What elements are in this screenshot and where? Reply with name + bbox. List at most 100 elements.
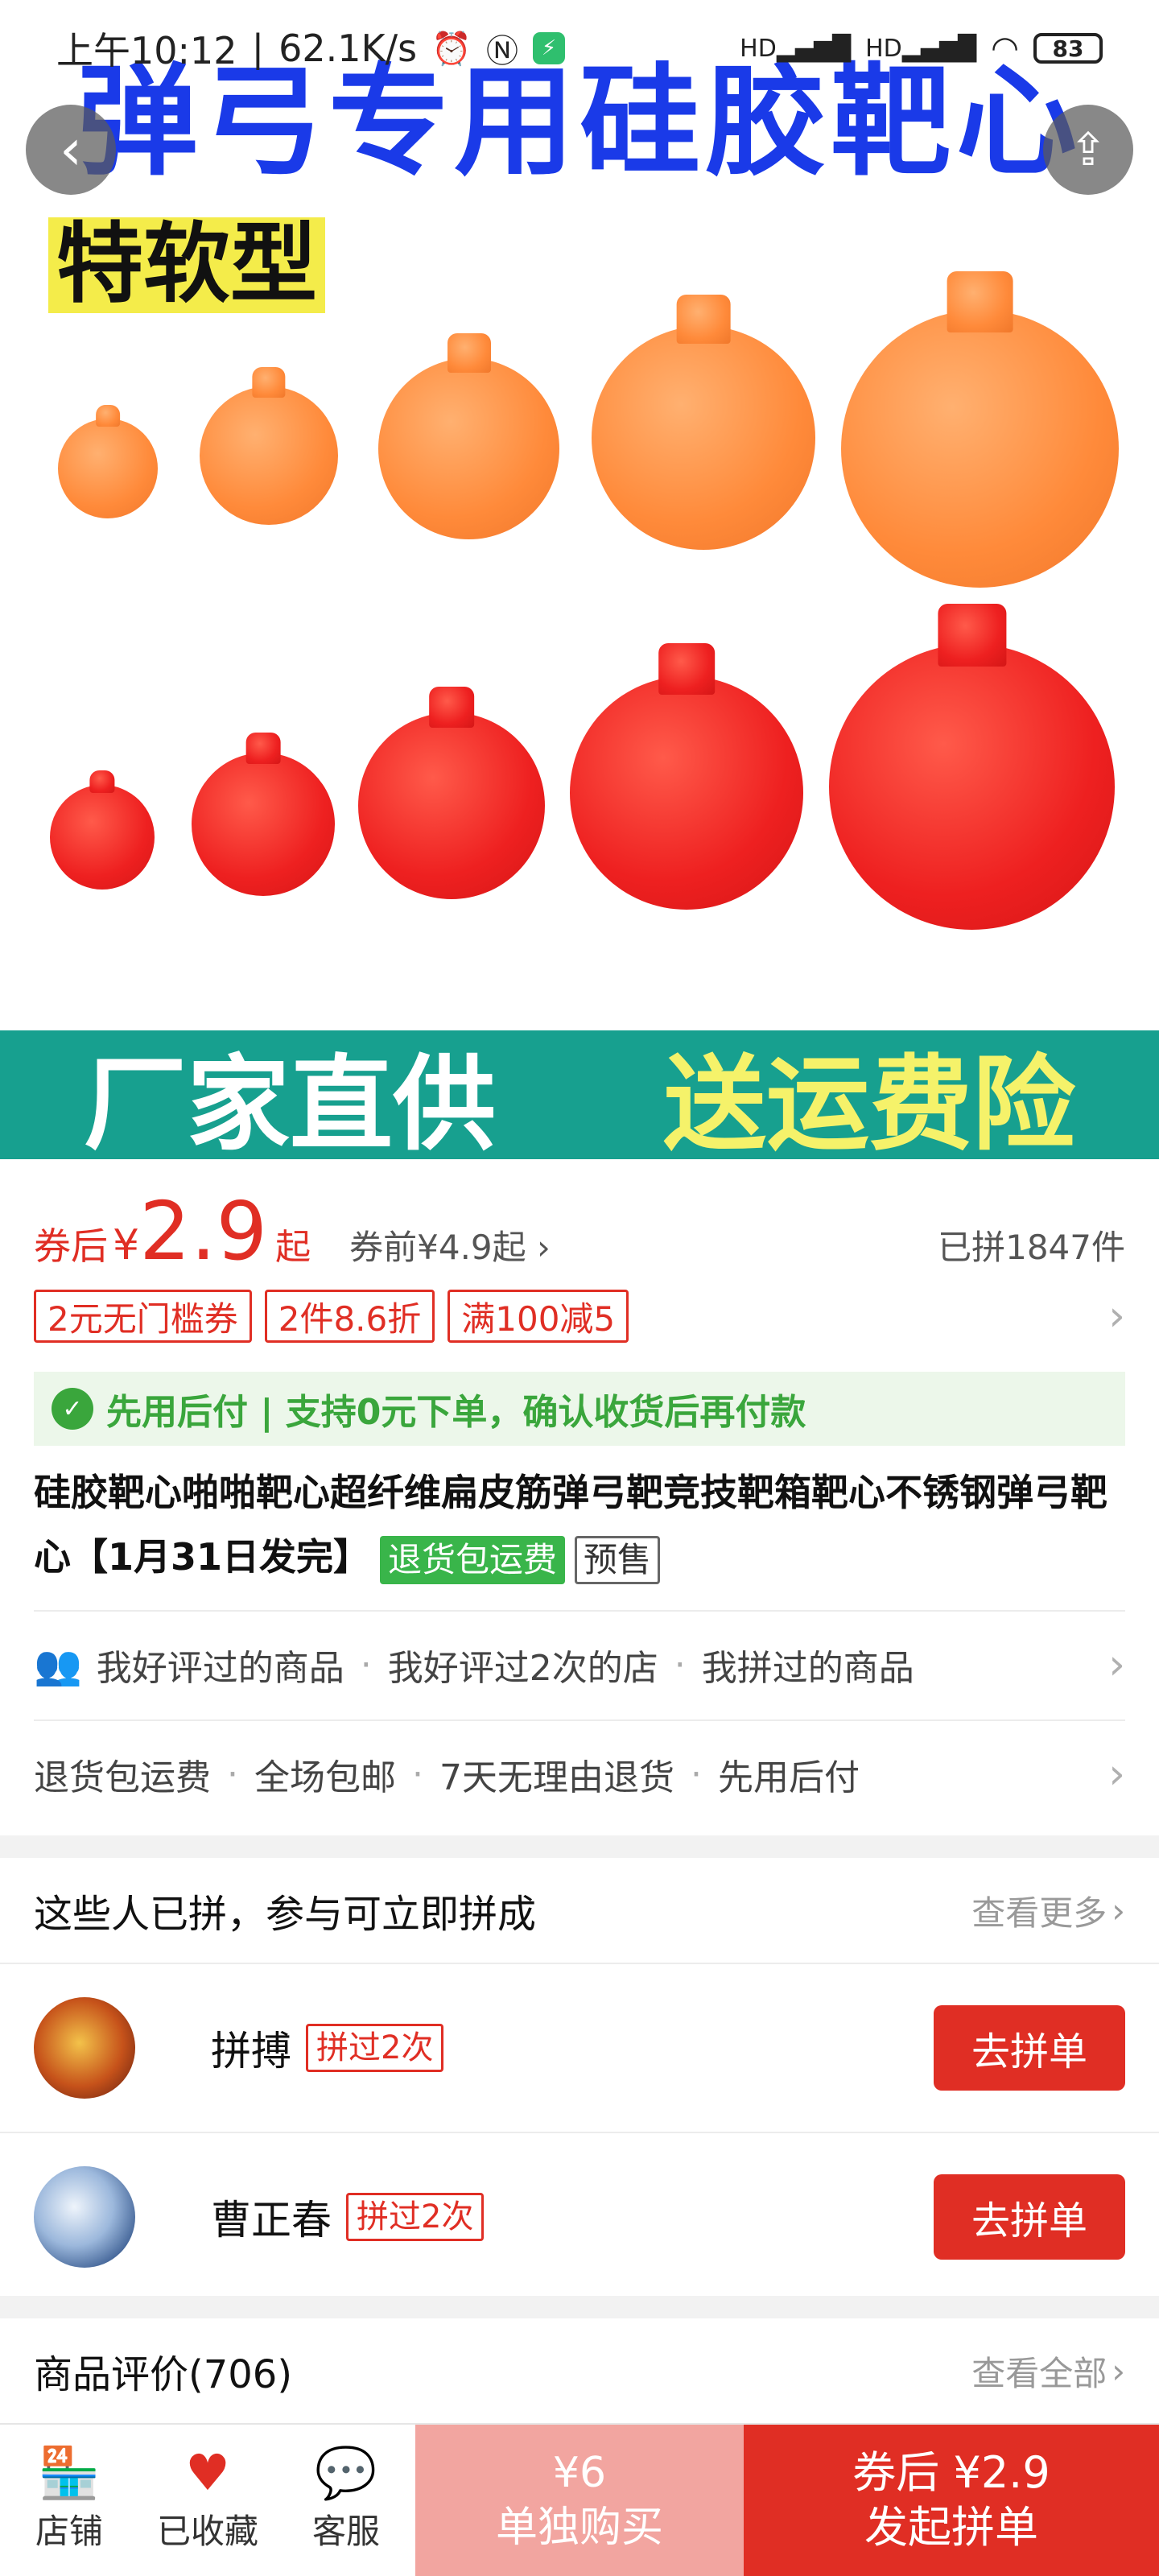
dot-separator: ·: [227, 1753, 238, 1795]
dot-separator: ·: [412, 1753, 423, 1795]
store-icon: 🏪: [38, 2442, 101, 2502]
chevron-right-icon: ›: [1112, 1890, 1125, 1930]
red-target-3: [358, 712, 545, 899]
back-button[interactable]: ‹: [26, 105, 116, 195]
coupon-tag[interactable]: 满100减5: [448, 1290, 629, 1343]
buy-alone-price: ¥6: [552, 2449, 607, 2497]
price-label: 券后: [34, 1224, 108, 1268]
promo-strip: 厂家直供 送运费险: [0, 1030, 1159, 1159]
chat-bubble-icon: 💬: [315, 2442, 377, 2502]
share-button[interactable]: ⇪: [1043, 105, 1133, 195]
nfc-icon: Ⓝ: [485, 33, 518, 70]
group-buy-label: 发起拼单: [864, 2502, 1038, 2553]
pay-later-icon: ✓: [52, 1388, 93, 1430]
status-left: 上午10:12 | 62.1K/s ⏰ Ⓝ ⚡: [56, 22, 565, 75]
red-target-5: [829, 644, 1115, 930]
join-group-button[interactable]: 去拼单: [934, 2005, 1125, 2091]
group-buy-header: 这些人已拼，参与可立即拼成 查看更多 ›: [34, 1858, 1125, 1963]
status-bar: 上午10:12 | 62.1K/s ⏰ Ⓝ ⚡ HD▂▄▆█ HD▂▄▆█ ◠ …: [0, 0, 1159, 97]
buy-alone-button[interactable]: ¥6 单独购买: [415, 2425, 744, 2576]
group-buy-section: 这些人已拼，参与可立即拼成 查看更多 › 拼搏 拼过2次 去拼单 曹正春 拼过2…: [0, 1858, 1159, 2296]
view-all-reviews-link[interactable]: 查看全部 ›: [971, 2347, 1125, 2396]
view-more-link[interactable]: 查看更多 ›: [971, 1886, 1125, 1935]
sold-count: 已拼1847件: [938, 1228, 1125, 1267]
status-time: 上午10:12: [56, 29, 237, 72]
product-hero-image[interactable]: 上午10:12 | 62.1K/s ⏰ Ⓝ ⚡ HD▂▄▆█ HD▂▄▆█ ◠ …: [0, 0, 1159, 1159]
return-shipping-tag: 退货包运费: [380, 1535, 566, 1584]
signal-icon-2: HD▂▄▆█: [865, 34, 977, 63]
avatar: [34, 1997, 135, 2099]
price-before-coupon[interactable]: 券前¥4.9起 ›: [349, 1220, 551, 1269]
reviews-section: 商品评价(706) 查看全部 ›: [0, 2318, 1159, 2423]
price-value: 2.9: [139, 1184, 268, 1278]
chevron-right-icon: ›: [537, 1228, 551, 1267]
reviews-heading: 商品评价(706): [34, 2352, 293, 2397]
orange-target-4: [592, 326, 815, 550]
promo-shipping-insurance: 送运费险: [662, 1044, 1075, 1160]
chevron-left-icon: ‹: [60, 117, 82, 183]
product-title: 硅胶靶心啪啪靶心超纤维扁皮筋弹弓靶竞技靶箱靶心不锈钢弹弓靶心【1月31日发完】退…: [34, 1460, 1125, 1589]
red-target-2: [192, 753, 335, 896]
target-illustration: [0, 266, 1159, 990]
service-item: 7天无理由退货: [439, 1757, 674, 1798]
orange-target-3: [378, 358, 559, 539]
pay-later-text: 先用后付 | 支持0元下单，确认收货后再付款: [106, 1392, 806, 1433]
product-title-text: 硅胶靶心啪啪靶心超纤维扁皮筋弹弓靶竞技靶箱靶心不锈钢弹弓靶心【1月31日发完】: [34, 1471, 1107, 1579]
presale-tag: 预售: [575, 1535, 661, 1584]
joined-count-tag: 拼过2次: [306, 2024, 444, 2072]
coupon-row[interactable]: 2元无门槛券 2件8.6折 满100减5 ›: [34, 1290, 1125, 1343]
coupon-tag[interactable]: 2元无门槛券: [34, 1290, 252, 1343]
orange-target-1: [58, 419, 158, 518]
group-buy-heading: 这些人已拼，参与可立即拼成: [34, 1892, 537, 1937]
dot-separator: ·: [360, 1644, 372, 1686]
avatar: [34, 2166, 135, 2268]
chevron-right-icon: ›: [1108, 1641, 1125, 1689]
users-icon: 👥: [34, 1642, 82, 1688]
chevron-right-icon: ›: [1108, 1750, 1125, 1798]
red-target-1: [50, 785, 155, 890]
social-item: 我好评过的商品: [96, 1648, 344, 1689]
alarm-icon: ⏰: [431, 30, 472, 68]
favorite-button[interactable]: ♥ 已收藏: [138, 2425, 277, 2576]
group-buy-price: 券后 ¥2.9: [852, 2447, 1050, 2498]
product-info-card: 券后 ¥ 2.9 起 券前¥4.9起 › 已拼1847件 2元无门槛券 2件8.…: [0, 1159, 1159, 1835]
dot-separator: ·: [691, 1753, 702, 1795]
start-group-buy-button[interactable]: 券后 ¥2.9 发起拼单: [744, 2425, 1159, 2576]
chevron-right-icon: ›: [1112, 2351, 1125, 2391]
price-before-text: 券前¥4.9起: [349, 1228, 526, 1267]
social-proof-row[interactable]: 👥 我好评过的商品 · 我好评过2次的店 · 我拼过的商品 ›: [34, 1610, 1125, 1718]
orange-target-5: [841, 310, 1119, 588]
promo-factory-direct: 厂家直供: [83, 1044, 496, 1160]
battery-icon: 83: [1033, 33, 1103, 64]
service-item: 先用后付: [718, 1757, 860, 1798]
favorite-label: 已收藏: [156, 2511, 258, 2551]
reviews-header: 商品评价(706) 查看全部 ›: [34, 2318, 1125, 2423]
heart-icon: ♥: [185, 2442, 230, 2502]
customer-service-button[interactable]: 💬 客服: [277, 2425, 415, 2576]
join-group-button[interactable]: 去拼单: [934, 2174, 1125, 2260]
orange-target-2: [200, 386, 338, 525]
status-right: HD▂▄▆█ HD▂▄▆█ ◠ 83: [740, 30, 1103, 67]
store-button[interactable]: 🏪 店铺: [0, 2425, 138, 2576]
service-guarantee-row[interactable]: 退货包运费 · 全场包邮 · 7天无理由退货 · 先用后付 ›: [34, 1719, 1125, 1827]
social-item: 我好评过2次的店: [387, 1648, 658, 1689]
joined-count-tag: 拼过2次: [346, 2193, 485, 2241]
share-icon: ⇪: [1069, 123, 1107, 176]
price-currency: ¥: [113, 1221, 140, 1269]
buy-alone-label: 单独购买: [495, 2504, 663, 2552]
status-separator: |: [251, 27, 265, 70]
bottom-action-bar: 🏪 店铺 ♥ 已收藏 💬 客服 ¥6 单独购买 券后 ¥2.9 发起拼单: [0, 2423, 1159, 2576]
pay-later-banner[interactable]: ✓ 先用后付 | 支持0元下单，确认收货后再付款: [34, 1372, 1125, 1446]
group-member-row: 曹正春 拼过2次 去拼单: [0, 2132, 1159, 2301]
member-name: 拼搏: [211, 2028, 291, 2074]
group-member-row: 拼搏 拼过2次 去拼单: [0, 1963, 1159, 2132]
service-item: 退货包运费: [34, 1757, 211, 1798]
member-name: 曹正春: [211, 2197, 332, 2244]
signal-icon: HD▂▄▆█: [740, 34, 852, 63]
dot-separator: ·: [674, 1644, 686, 1686]
view-more-text: 查看更多: [971, 1893, 1107, 1933]
red-target-4: [570, 676, 803, 910]
hd-label-2: HD: [865, 34, 902, 63]
coupon-tag[interactable]: 2件8.6折: [264, 1290, 435, 1343]
price-suffix: 起: [275, 1227, 311, 1268]
